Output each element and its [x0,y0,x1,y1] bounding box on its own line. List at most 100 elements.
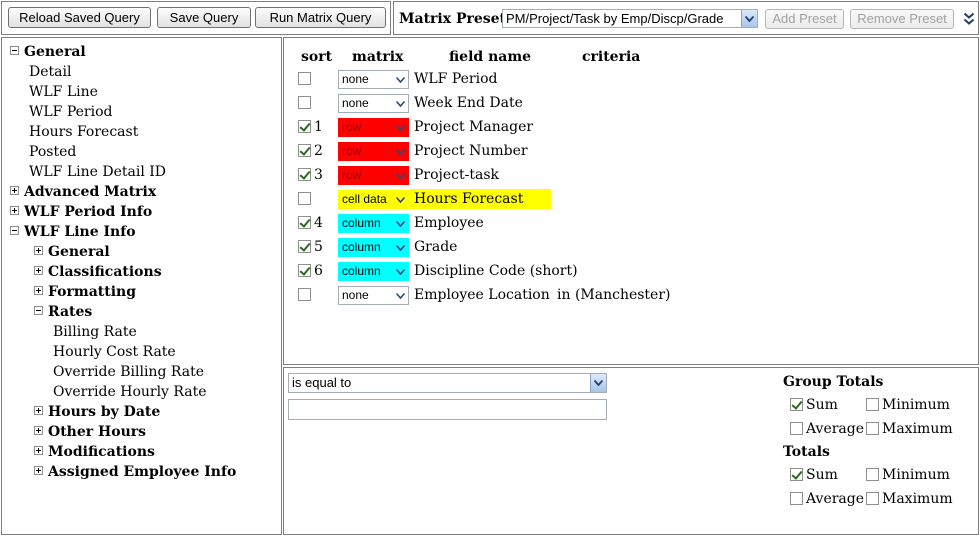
reload-saved-query-button[interactable]: Reload Saved Query [8,7,151,28]
expand-plus-icon[interactable] [34,286,43,295]
tree-item[interactable]: Advanced Matrix [10,183,156,201]
tree-item[interactable]: Override Hourly Rate [53,383,207,401]
tree-item-label: Hourly Cost Rate [53,344,176,360]
total-option-checkbox[interactable] [866,492,879,505]
tree-item[interactable]: Billing Rate [53,323,137,341]
tree-item[interactable]: Hours Forecast [29,123,138,141]
total-option-checkbox[interactable] [866,422,879,435]
chevron-down-icon [741,10,757,27]
sort-checkbox[interactable] [298,168,311,181]
expand-plus-icon[interactable] [34,466,43,475]
sort-checkbox[interactable] [298,216,311,229]
matrix-type-select[interactable]: column [338,238,409,257]
tree-item[interactable]: Rates [34,303,92,321]
tree-item[interactable]: WLF Line Detail ID [29,163,166,181]
sort-checkbox[interactable] [298,96,311,109]
sort-checkbox[interactable] [298,264,311,277]
matrix-type-value: column [342,264,381,278]
total-option-checkbox[interactable] [790,492,803,505]
matrix-type-select[interactable]: none [338,286,409,305]
sort-checkbox[interactable] [298,288,311,301]
field-name-column-header: field name [449,49,532,65]
chevron-down-icon [590,374,606,392]
field-name: Week End Date [414,95,523,111]
tree-item[interactable]: Modifications [34,443,155,461]
tree-item[interactable]: General [34,243,110,261]
tree-item-label: Rates [48,304,93,320]
tree-item[interactable]: Override Billing Rate [53,363,204,381]
tree-item[interactable]: Other Hours [34,423,146,441]
field-name: Project Number [414,143,528,159]
matrix-type-select[interactable]: row [338,166,409,185]
tree-item[interactable]: Formatting [34,283,136,301]
matrix-type-select[interactable]: none [338,94,409,113]
field-name: Project Manager [414,119,534,135]
collapse-minus-icon[interactable] [10,46,19,55]
matrix-preset-value: PM/Project/Task by Emp/Discp/Grade [506,11,724,26]
field-name: Project-task [414,167,500,183]
add-preset-button[interactable]: Add Preset [765,9,844,29]
chevron-down-icon [393,287,408,304]
sort-checkbox[interactable] [298,144,311,157]
expand-plus-icon[interactable] [10,206,19,215]
field-tree-panel: General Detail WLF Line WLF Period Hours For… [1,37,282,535]
expand-plus-icon[interactable] [34,426,43,435]
tree-item[interactable]: Posted [29,143,76,161]
total-option-checkbox[interactable] [866,398,879,411]
tree-item[interactable]: Hours by Date [34,403,160,421]
sort-order-number: 2 [314,143,323,159]
chevron-down-icon [393,263,408,280]
sort-checkbox[interactable] [298,72,311,85]
total-option-label: Minimum [882,467,950,483]
total-option-checkbox[interactable] [866,468,879,481]
collapse-minus-icon[interactable] [34,306,43,315]
field-name: Employee [414,215,484,231]
total-option-checkbox[interactable] [790,422,803,435]
tree-item[interactable]: WLF Period [29,103,113,121]
total-option-label: Maximum [882,421,953,437]
collapse-minus-icon[interactable] [10,226,19,235]
total-option-checkbox[interactable] [790,398,803,411]
expand-plus-icon[interactable] [34,266,43,275]
tree-item[interactable]: Hourly Cost Rate [53,343,176,361]
matrix-preset-label: Matrix Preset: [399,11,512,27]
expand-plus-icon[interactable] [10,186,19,195]
matrix-type-select[interactable]: cell data [338,190,409,209]
tree-item[interactable]: WLF Line [29,83,98,101]
criteria-panel: is equal to Group Totals Sum Minimum Avera… [283,367,979,535]
expand-plus-icon[interactable] [34,446,43,455]
tree-item[interactable]: Assigned Employee Info [34,463,236,481]
tree-item[interactable]: WLF Line Info [10,223,136,241]
matrix-type-select[interactable]: row [338,118,409,137]
tree-item[interactable]: General [10,43,86,61]
tree-item-label: Other Hours [48,424,146,440]
double-chevron-down-icon[interactable] [963,12,975,26]
criteria-value-input[interactable] [288,399,607,420]
tree-item-label: Posted [29,144,77,160]
matrix-preset-select[interactable]: PM/Project/Task by Emp/Discp/Grade [502,9,758,28]
remove-preset-button[interactable]: Remove Preset [850,9,954,29]
tree-item-label: General [24,44,86,60]
field-name: Employee Location [414,287,550,303]
matrix-type-select[interactable]: column [338,214,409,233]
total-option-checkbox[interactable] [790,468,803,481]
expand-plus-icon[interactable] [34,246,43,255]
sort-checkbox[interactable] [298,120,311,133]
sort-order-number: 6 [314,263,323,279]
matrix-type-select[interactable]: column [338,262,409,281]
matrix-type-select[interactable]: row [338,142,409,161]
tree-item[interactable]: Classifications [34,263,162,281]
expand-plus-icon[interactable] [34,406,43,415]
matrix-type-value: row [342,144,362,158]
sort-checkbox[interactable] [298,240,311,253]
matrix-type-select[interactable]: none [338,70,409,89]
tree-item[interactable]: Detail [29,63,71,81]
criteria-operator-select[interactable]: is equal to [288,373,607,393]
chevron-down-icon [393,119,408,136]
save-query-button[interactable]: Save Query [157,7,251,28]
tree-item[interactable]: WLF Period Info [10,203,152,221]
tree-item-label: Advanced Matrix [24,184,157,200]
tree-item-label: Classifications [48,264,162,280]
sort-checkbox[interactable] [298,192,311,205]
run-matrix-query-button[interactable]: Run Matrix Query [255,7,386,28]
